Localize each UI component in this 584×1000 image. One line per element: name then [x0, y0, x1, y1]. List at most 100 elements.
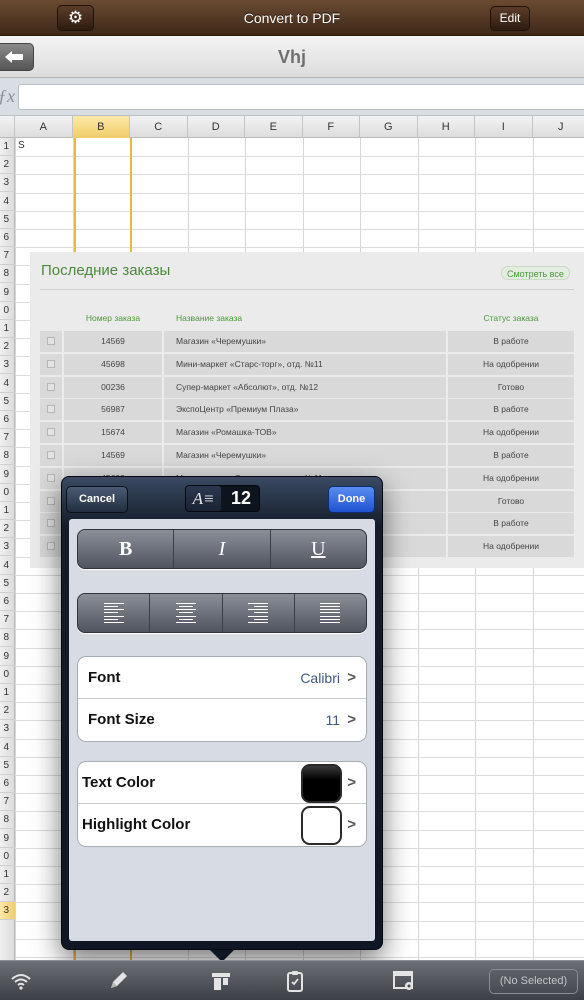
row-header[interactable]: 7	[0, 611, 15, 630]
row-checkbox[interactable]	[47, 382, 55, 391]
row-header[interactable]: 4	[0, 739, 15, 757]
sheet-settings-icon[interactable]	[391, 969, 417, 993]
row-header[interactable]: 8	[0, 447, 15, 466]
font-size-icon[interactable]: A≡	[186, 486, 221, 511]
row-checkbox[interactable]	[47, 451, 55, 459]
row-checkbox[interactable]	[47, 337, 55, 345]
row-header[interactable]: 6	[0, 411, 15, 429]
row-header[interactable]: 6	[0, 229, 15, 247]
table-row[interactable]: 00236Супер-маркет «Абсолют», отд. №12Гот…	[40, 376, 574, 398]
column-header-f[interactable]: F	[303, 116, 360, 138]
table-row[interactable]: 56987ЭкспоЦентр «Премиум Плаза»В работе	[40, 399, 574, 421]
row-header[interactable]: 5	[0, 757, 15, 775]
back-button[interactable]	[0, 43, 34, 71]
wifi-icon[interactable]	[8, 969, 34, 993]
italic-button[interactable]: I	[174, 530, 271, 568]
row-header[interactable]: 5	[0, 393, 15, 411]
font-size-control[interactable]: A≡ 12	[185, 485, 260, 512]
table-row[interactable]: 14569 Магазин «Черемушки» В работе	[40, 445, 574, 466]
settings-button[interactable]: ⚙	[57, 5, 94, 31]
table-row[interactable]: 14569 Магазин «Черемушки» В работе	[40, 331, 574, 352]
column-header-d[interactable]: D	[188, 116, 245, 138]
row-header[interactable]: 0	[0, 484, 15, 502]
row-header[interactable]: 3	[0, 538, 15, 557]
row-checkbox[interactable]	[47, 519, 55, 528]
format-icon[interactable]	[208, 969, 234, 993]
column-header-a[interactable]: A	[15, 116, 73, 138]
row-header[interactable]: 1	[0, 866, 15, 884]
align-justify-button[interactable]	[295, 594, 366, 632]
row-header[interactable]: 9	[0, 830, 15, 848]
row-header[interactable]: 9	[0, 466, 15, 484]
row-header[interactable]: 0	[0, 848, 15, 866]
row-checkbox[interactable]	[47, 359, 55, 368]
row-checkbox[interactable]	[47, 428, 55, 437]
highlight-color-row[interactable]: Highlight Color >	[78, 804, 366, 846]
formula-input[interactable]	[18, 84, 584, 110]
document-title: Vhj	[277, 47, 306, 67]
highlight-color-swatch[interactable]	[301, 806, 342, 845]
row-header[interactable]: 2	[0, 156, 15, 175]
row-checkbox[interactable]	[47, 496, 55, 505]
font-size-row[interactable]: Font Size 11 >	[78, 699, 366, 741]
row-checkbox[interactable]	[47, 473, 55, 482]
column-header-h[interactable]: H	[418, 116, 475, 138]
clipboard-icon[interactable]	[282, 969, 308, 993]
row-header[interactable]: 2	[0, 702, 15, 721]
row-checkbox[interactable]	[47, 405, 55, 414]
row-header[interactable]: 3	[0, 902, 15, 921]
bold-button[interactable]: B	[78, 530, 175, 568]
font-row[interactable]: Font Calibri >	[78, 657, 366, 699]
align-left-button[interactable]	[78, 594, 151, 632]
row-checkbox[interactable]	[47, 542, 55, 551]
order-status: Готово	[448, 376, 574, 398]
row-header[interactable]: 4	[0, 193, 15, 211]
row-header[interactable]: 1	[0, 138, 15, 156]
row-header[interactable]: 4	[0, 375, 15, 393]
row-header[interactable]: 6	[0, 775, 15, 793]
row-header[interactable]: 5	[0, 211, 15, 229]
row-header[interactable]: 7	[0, 429, 15, 448]
row-header[interactable]: 1	[0, 502, 15, 520]
text-color-row[interactable]: Text Color >	[78, 762, 366, 804]
row-header[interactable]: 1	[0, 684, 15, 702]
table-row[interactable]: 45698Мини-маркет «Старс-торг», отд. №11Н…	[40, 353, 574, 375]
row-header[interactable]: 7	[0, 247, 15, 266]
row-header[interactable]: 9	[0, 648, 15, 666]
view-all-button[interactable]: Смотреть все	[501, 266, 570, 280]
column-header-i[interactable]: I	[475, 116, 533, 138]
row-header[interactable]: 8	[0, 811, 15, 830]
table-row[interactable]: 15674Магазин «Ромашка-ТОВ»На одобрении	[40, 422, 574, 444]
row-header[interactable]: 8	[0, 265, 15, 284]
edit-button[interactable]: Edit	[490, 6, 530, 31]
selection-status-button[interactable]: (No Selected)	[489, 969, 578, 994]
row-header[interactable]: 3	[0, 720, 15, 739]
column-header-b[interactable]: B	[72, 116, 130, 138]
column-header-g[interactable]: G	[360, 116, 418, 138]
header-corner[interactable]	[0, 116, 15, 138]
row-header[interactable]: 3	[0, 356, 15, 375]
row-header[interactable]: 3	[0, 174, 15, 193]
row-header[interactable]: 0	[0, 302, 15, 320]
text-color-swatch[interactable]	[301, 764, 342, 803]
row-header[interactable]: 5	[0, 575, 15, 593]
cancel-button[interactable]: Cancel	[66, 486, 128, 513]
underline-button[interactable]: U	[271, 530, 366, 568]
done-button[interactable]: Done	[328, 486, 375, 513]
row-header[interactable]: 2	[0, 520, 15, 539]
row-header[interactable]: 8	[0, 629, 15, 648]
column-header-e[interactable]: E	[245, 116, 303, 138]
column-header-c[interactable]: C	[130, 116, 188, 138]
row-header[interactable]: 6	[0, 593, 15, 611]
align-center-button[interactable]	[150, 594, 223, 632]
pencil-icon[interactable]	[105, 969, 131, 993]
row-header[interactable]: 9	[0, 284, 15, 302]
row-header[interactable]: 1	[0, 320, 15, 338]
row-header[interactable]: 2	[0, 338, 15, 357]
align-right-button[interactable]	[223, 594, 295, 632]
row-header[interactable]: 7	[0, 793, 15, 812]
row-header[interactable]: 0	[0, 666, 15, 684]
column-header-j[interactable]: J	[533, 116, 584, 138]
row-header[interactable]: 2	[0, 884, 15, 903]
row-header[interactable]: 4	[0, 557, 15, 575]
